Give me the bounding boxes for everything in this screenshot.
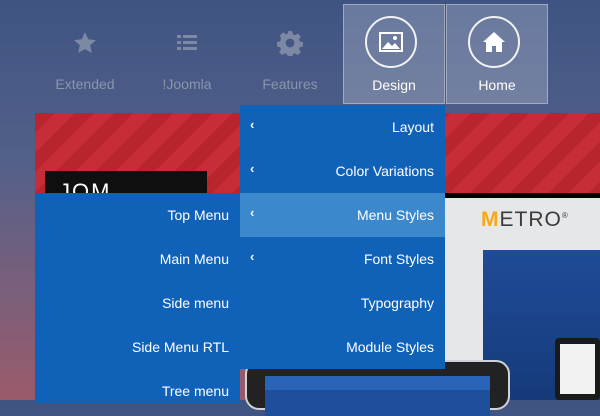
menu-item-font-styles[interactable]: ‹ Font Styles [240,237,445,281]
design-submenu: ‹ Layout ‹ Color Variations ‹ Menu Style… [240,105,445,369]
chevron-left-icon: ‹ [250,249,255,264]
menu-item-main-menu[interactable]: Main Menu [35,237,240,281]
menu-item-side-menu[interactable]: Side menu [35,281,240,325]
chevron-left-icon: ‹ [250,205,255,220]
menu-item-tree-menu[interactable]: Tree menu [35,369,240,413]
nav-label: !Joomla [162,76,212,92]
menu-item-layout[interactable]: ‹ Layout [240,105,445,149]
home-icon [468,16,520,68]
star-icon [34,30,136,56]
list-icon [136,30,238,56]
menu-item-side-menu-rtl[interactable]: Side Menu RTL [35,325,240,369]
nav-item-features[interactable]: Features [239,4,341,104]
preview-device [555,338,600,400]
menu-item-menu-styles[interactable]: ‹ Menu Styles [240,193,445,237]
chevron-left-icon: ‹ [250,117,255,132]
menu-item-top-menu[interactable]: Top Menu [35,193,240,237]
nav-label: Extended [55,76,115,92]
menu-styles-submenu: Top Menu Main Menu Side menu Side Menu R… [35,193,240,403]
metro-logo: METRO® [481,208,569,231]
menu-item-module-styles[interactable]: Module Styles [240,325,445,369]
nav-item-extended[interactable]: Extended [34,4,136,104]
chevron-left-icon: ‹ [250,161,255,176]
image-icon [365,16,417,68]
nav-item-joomla[interactable]: !Joomla [136,4,238,104]
nav-item-design[interactable]: Design [343,4,445,104]
menu-item-color-variations[interactable]: ‹ Color Variations [240,149,445,193]
gear-icon [239,30,341,56]
nav-label: Features [262,76,318,92]
nav-item-home[interactable]: Home [446,4,548,104]
menu-item-typography[interactable]: Typography [240,281,445,325]
nav-label: Home [478,77,516,93]
nav-label: Design [372,77,416,93]
